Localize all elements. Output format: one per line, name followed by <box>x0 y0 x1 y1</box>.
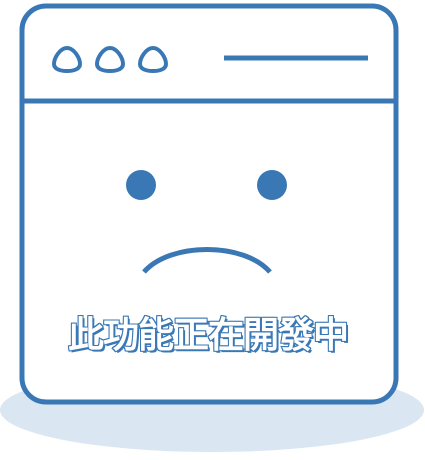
message-container: 此功能正在開發中 <box>22 315 394 356</box>
window-dot-icon <box>51 45 83 74</box>
left-eye <box>126 170 156 200</box>
under-development-message: 此功能正在開發中 <box>67 315 350 356</box>
right-eye <box>257 170 287 200</box>
under-development-illustration <box>0 3 424 452</box>
window-dot-icon <box>94 45 126 74</box>
window-dot-icon <box>137 45 169 74</box>
